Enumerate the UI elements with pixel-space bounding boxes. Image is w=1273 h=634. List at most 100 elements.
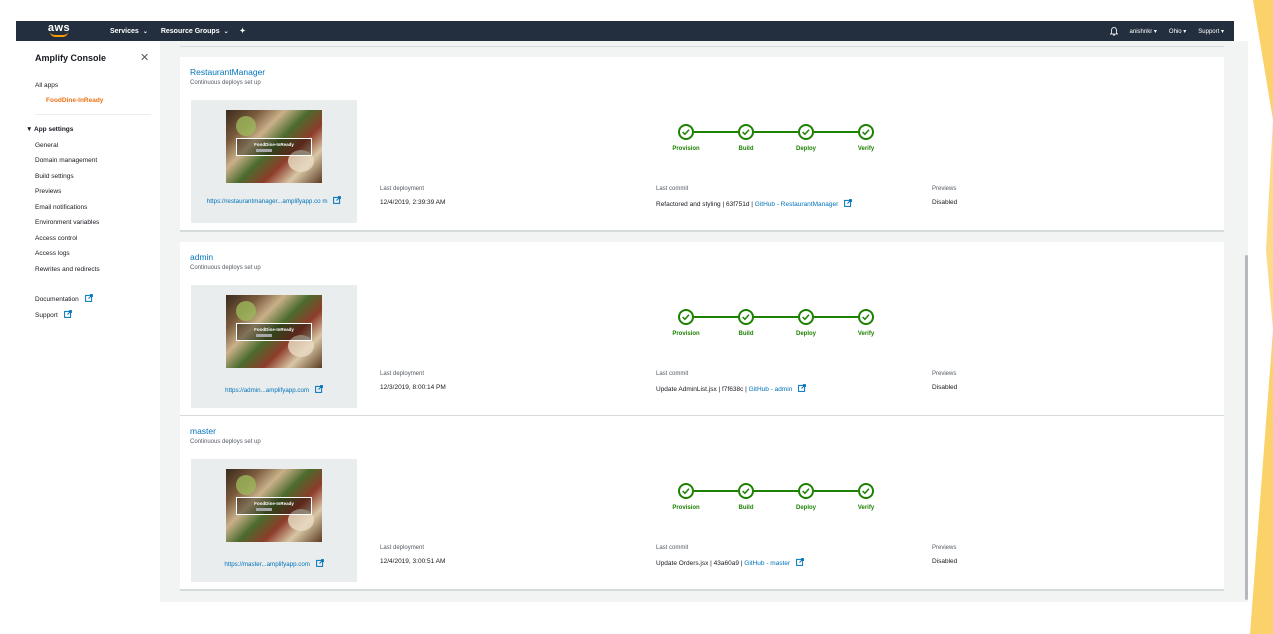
stage-build[interactable]: Build	[716, 505, 776, 511]
stage-build[interactable]: Build	[716, 331, 776, 337]
support-label: Support	[1198, 28, 1220, 35]
previews-value: Disabled	[932, 384, 958, 391]
sidebar-title: Amplify Console	[35, 53, 107, 63]
check-circle-icon	[678, 309, 694, 325]
external-link-icon	[333, 196, 342, 204]
stage-deploy[interactable]: Deploy	[776, 331, 836, 337]
branch-url: https://master...amplifyapp.com	[224, 561, 310, 568]
check-circle-icon	[678, 124, 694, 140]
sidebar-item-support[interactable]: Support	[35, 310, 72, 319]
sidebar-item-active-app[interactable]: FoodDine-InReady	[46, 97, 103, 104]
support-link-label: Support	[35, 312, 58, 319]
external-link-icon[interactable]	[844, 199, 852, 207]
previews-value: Disabled	[932, 199, 958, 206]
sidebar-item-all-apps[interactable]: All apps	[35, 82, 58, 89]
branch-url-link[interactable]: https://restaurantmanager...amplifyapp.c…	[191, 196, 357, 207]
last-deployment-label: Last deployment	[380, 545, 425, 551]
bell-icon[interactable]	[1109, 26, 1118, 36]
sidebar-item-access-logs[interactable]: Access logs	[35, 250, 70, 257]
external-link-icon	[63, 310, 72, 318]
previews-label: Previews	[932, 545, 957, 551]
pipeline-connector	[694, 316, 738, 318]
chevron-down-icon: ⌄	[223, 28, 229, 35]
last-deployment-value: 12/3/2019, 8:00:14 PM	[380, 384, 446, 391]
pipeline-connector	[754, 490, 798, 492]
sidebar-item-previews[interactable]: Previews	[35, 188, 61, 195]
screenshot-preview: FoodDine-InReady https://restaurantmanag…	[191, 100, 357, 223]
thumb-title: FoodDine-InReady	[236, 138, 312, 156]
stage-verify[interactable]: Verify	[836, 331, 896, 337]
external-link-icon[interactable]	[798, 384, 807, 392]
github-repo-link[interactable]: GitHub - RestaurantManager	[755, 201, 838, 208]
commit-text: Refactored and styling | 63f751d |	[656, 201, 753, 208]
sidebar-item-access-control[interactable]: Access control	[35, 235, 77, 242]
decorative-yellow-shape	[1250, 0, 1273, 634]
pipeline-connector	[814, 131, 858, 133]
thumb-title: FoodDine-InReady	[236, 497, 312, 515]
branch-card: RestaurantManager Continuous deploys set…	[180, 57, 1224, 232]
sidebar-item-documentation[interactable]: Documentation	[35, 294, 93, 303]
screenshot-preview: FoodDine-InReady https://admin...amplify…	[191, 285, 357, 408]
sidebar-item-domain-management[interactable]: Domain management	[35, 157, 97, 164]
sidebar-item-build-settings[interactable]: Build settings	[35, 173, 74, 180]
stage-deploy[interactable]: Deploy	[776, 146, 836, 152]
stage-deploy[interactable]: Deploy	[776, 505, 836, 511]
support-menu[interactable]: Support ▾	[1198, 28, 1224, 35]
app-settings-section[interactable]: ▼ App settings	[26, 126, 73, 133]
branch-url-link[interactable]: https://master...amplifyapp.com	[191, 559, 357, 570]
branch-url: https://restaurantmanager...amplifyapp.c…	[206, 198, 328, 205]
sidebar-item-email-notifications[interactable]: Email notifications	[35, 204, 87, 211]
app-screenshot-image[interactable]: FoodDine-InReady	[226, 295, 322, 368]
top-nav-bar: aws Services ⌄ Resource Groups ⌄ ✦ anish…	[16, 21, 1234, 41]
check-circle-icon	[798, 483, 814, 499]
branch-url-link[interactable]: https://admin...amplifyapp.com	[191, 385, 357, 396]
sidebar-item-general[interactable]: General	[35, 142, 58, 149]
thumb-title: FoodDine-InReady	[236, 323, 312, 341]
documentation-label: Documentation	[35, 296, 79, 303]
region-name: Ohio	[1168, 28, 1182, 35]
github-repo-link[interactable]: GitHub - master	[744, 560, 790, 567]
app-settings-label: App settings	[34, 126, 74, 133]
main-content: RestaurantManager Continuous deploys set…	[160, 41, 1248, 602]
region-menu[interactable]: Ohio ▾	[1169, 28, 1186, 35]
github-repo-link[interactable]: GitHub - admin	[749, 386, 793, 393]
app-screenshot-image[interactable]: FoodDine-InReady	[226, 110, 322, 183]
stage-verify[interactable]: Verify	[836, 146, 896, 152]
pin-button[interactable]: ✦	[240, 27, 246, 35]
last-deployment-label: Last deployment	[380, 186, 425, 192]
branch-status: Continuous deploys set up	[190, 439, 261, 445]
services-menu[interactable]: Services ⌄	[110, 28, 148, 35]
stage-verify[interactable]: Verify	[836, 505, 896, 511]
app-screenshot-image[interactable]: FoodDine-InReady	[226, 469, 322, 542]
branch-card: admin Continuous deploys set up FoodDine…	[180, 242, 1224, 417]
branch-name-link[interactable]: master	[190, 426, 216, 436]
commit-text: Update Orders.jsx | 43a60a9 |	[656, 560, 743, 567]
stage-provision[interactable]: Provision	[656, 505, 716, 511]
resource-groups-menu[interactable]: Resource Groups ⌄	[161, 28, 229, 35]
pipeline-connector	[814, 316, 858, 318]
branch-name-link[interactable]: RestaurantManager	[190, 67, 265, 77]
stage-provision[interactable]: Provision	[656, 331, 716, 337]
sidebar-item-rewrites-redirects[interactable]: Rewrites and redirects	[35, 266, 100, 273]
last-commit-value: Refactored and styling | 63f751d | GitHu…	[656, 199, 852, 208]
user-menu[interactable]: anishnkr ▾	[1130, 28, 1157, 35]
stage-build[interactable]: Build	[716, 146, 776, 152]
branch-name-link[interactable]: admin	[190, 252, 213, 262]
check-circle-icon	[798, 124, 814, 140]
pin-icon: ✦	[239, 28, 246, 35]
last-deployment-value: 12/4/2019, 3:00:51 AM	[380, 558, 446, 565]
check-circle-icon	[738, 309, 754, 325]
external-link-icon[interactable]	[796, 558, 804, 566]
previews-label: Previews	[932, 186, 957, 192]
aws-smile-icon	[50, 32, 68, 37]
last-commit-label: Last commit	[656, 371, 689, 377]
close-icon[interactable]: ✕	[140, 51, 149, 64]
stage-provision[interactable]: Provision	[656, 146, 716, 152]
sidebar-item-environment-variables[interactable]: Environment variables	[35, 219, 99, 226]
amplify-console-window: aws Services ⌄ Resource Groups ⌄ ✦ anish…	[0, 0, 1273, 634]
branch-status: Continuous deploys set up	[190, 265, 261, 271]
last-commit-value: Update AdminList.jsx | f7f638c | GitHub …	[656, 384, 807, 393]
external-link-icon	[314, 385, 323, 393]
aws-logo[interactable]: aws	[46, 23, 72, 39]
deployment-pipeline: Provision Build Deploy Verify	[672, 483, 898, 517]
